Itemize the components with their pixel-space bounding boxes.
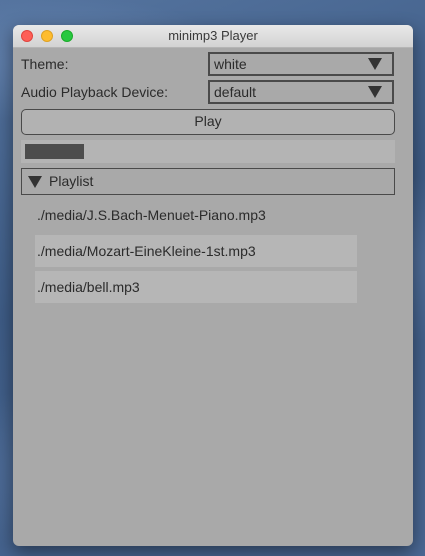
collapse-triangle-icon — [28, 176, 42, 188]
progress-fill — [25, 144, 84, 159]
playlist-item[interactable]: ./media/bell.mp3 — [35, 271, 357, 303]
theme-row: Theme: white — [21, 52, 394, 76]
theme-select-value: white — [214, 56, 247, 72]
title-bar[interactable]: minimp3 Player — [13, 25, 413, 48]
playlist-item[interactable]: ./media/Mozart-EineKleine-1st.mp3 — [35, 235, 357, 267]
window-title: minimp3 Player — [168, 28, 258, 43]
playlist-header[interactable]: Playlist — [21, 168, 395, 195]
playlist-item[interactable]: ./media/J.S.Bach-Menuet-Piano.mp3 — [35, 199, 357, 231]
progress-slider[interactable] — [21, 140, 395, 163]
play-button[interactable]: Play — [21, 109, 395, 135]
device-label: Audio Playback Device: — [21, 84, 169, 100]
device-row: Audio Playback Device: default — [21, 80, 394, 104]
device-select[interactable]: default — [208, 80, 394, 104]
playlist-header-label: Playlist — [49, 173, 94, 189]
theme-select[interactable]: white — [208, 52, 394, 76]
chevron-down-icon — [368, 58, 382, 70]
chevron-down-icon — [368, 86, 382, 98]
app-window: minimp3 Player Theme: white Audio Playba… — [13, 25, 413, 546]
device-select-value: default — [214, 84, 257, 100]
theme-label: Theme: — [21, 56, 69, 72]
